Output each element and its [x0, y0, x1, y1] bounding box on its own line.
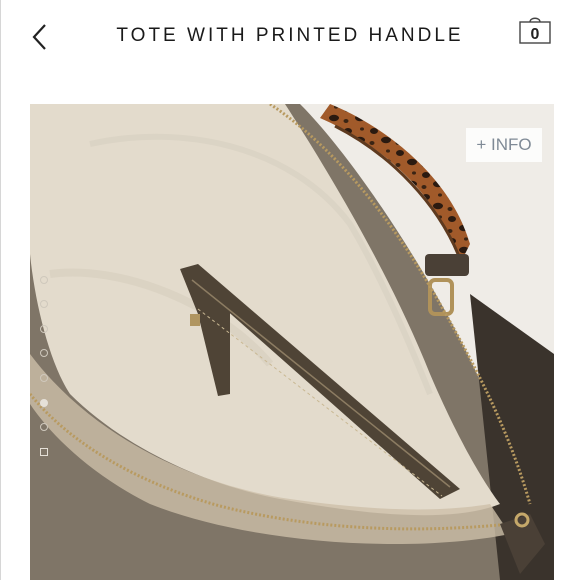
gallery-dot[interactable]	[40, 423, 48, 431]
chevron-left-icon	[32, 24, 46, 50]
cart-button[interactable]: 0	[514, 14, 556, 48]
cart-count: 0	[530, 26, 540, 43]
tote-photo	[30, 104, 554, 580]
gallery-dot-active[interactable]	[40, 399, 48, 407]
header: TOTE WITH PRINTED HANDLE 0	[0, 0, 580, 72]
gallery-dot[interactable]	[40, 374, 48, 382]
screen-edge	[0, 0, 1, 580]
gallery-dot[interactable]	[40, 325, 48, 333]
gallery-dot[interactable]	[40, 276, 48, 284]
product-screen: TOTE WITH PRINTED HANDLE 0 + INFO	[0, 0, 580, 580]
gallery-dot[interactable]	[40, 349, 48, 357]
info-button[interactable]: + INFO	[466, 128, 542, 162]
gallery-pager	[36, 272, 54, 468]
product-image[interactable]	[30, 104, 554, 580]
page-title: TOTE WITH PRINTED HANDLE	[116, 25, 464, 46]
back-button[interactable]	[24, 20, 54, 54]
gallery-square-icon[interactable]	[40, 448, 48, 456]
gallery-dot[interactable]	[40, 300, 48, 308]
